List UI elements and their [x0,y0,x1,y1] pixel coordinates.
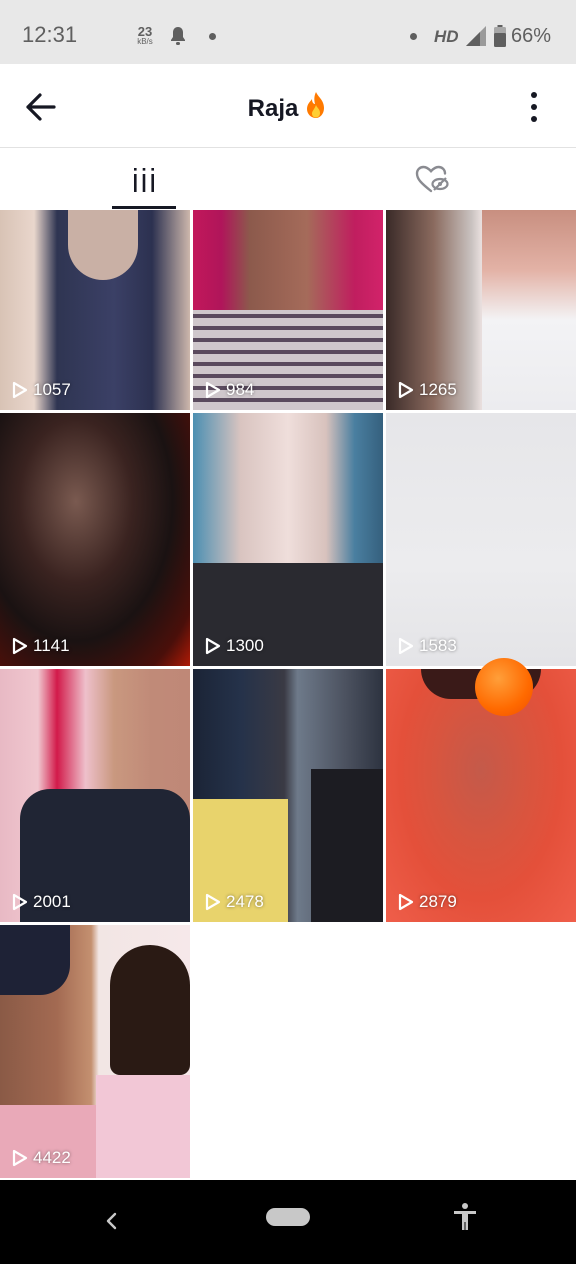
view-count: 984 [205,380,254,400]
video-thumbnail[interactable]: 984 [193,210,383,410]
view-count-label: 4422 [33,1148,71,1167]
play-icon [12,1149,28,1167]
thumbnail-image-detail [311,769,383,922]
view-count-label: 1141 [33,636,70,655]
thumbnail-image-detail [482,210,576,410]
view-count: 2001 [12,892,71,912]
play-icon [205,637,221,655]
notification-dot-icon [209,33,216,40]
video-thumbnail[interactable]: 1300 [193,413,383,666]
play-icon [398,381,414,399]
video-thumbnail[interactable]: 2001 [0,669,190,922]
profile-header: Raja [0,64,576,148]
network-speed-unit: kB/s [137,37,153,46]
view-count-label: 2879 [419,892,457,911]
view-count: 1057 [12,380,71,400]
thumbnail-image-detail [110,945,190,1075]
play-icon [12,381,28,399]
video-thumbnail[interactable]: 1141 [0,413,190,666]
signal-icon [466,26,486,46]
video-thumbnail[interactable]: 4422 [0,925,190,1178]
battery-icon [494,25,506,47]
thumbnail-image-detail [0,925,70,995]
thumbnail-image [0,413,190,666]
fire-icon [307,92,325,118]
view-count: 2478 [205,892,264,912]
view-count: 2879 [398,892,457,912]
thumbnail-image [386,669,576,922]
notification-dot-icon [410,33,417,40]
status-time: 12:31 [22,22,78,47]
thumbnail-image-detail [68,210,138,280]
bell-icon [171,27,185,45]
view-count-label: 1265 [419,380,457,399]
play-icon [205,381,221,399]
view-count-label: 1583 [419,636,457,655]
thumbnail-image-detail [96,1075,190,1178]
active-tab-indicator [112,206,176,209]
status-bar: 12:31 23 kB/s HD 66% [0,0,576,64]
grid-icon [134,168,154,192]
video-thumbnail[interactable]: 2478 [193,669,383,922]
play-icon [398,637,414,655]
profile-tabs [0,148,576,210]
view-count: 1583 [398,636,457,656]
thumbnail-image [386,413,576,666]
nav-home-pill[interactable] [266,1208,310,1226]
battery-percent: 66% [511,25,552,47]
play-icon [205,893,221,911]
tab-videos[interactable] [0,148,288,210]
more-options-icon[interactable] [522,88,546,128]
network-type: HD [434,27,459,46]
accessibility-icon[interactable] [452,1202,478,1232]
play-icon [12,893,28,911]
floating-touch-indicator [475,658,533,716]
view-count-label: 2478 [226,892,264,911]
view-count-label: 1300 [226,636,264,655]
view-count: 4422 [12,1148,71,1168]
view-count-label: 2001 [33,892,71,911]
view-count-label: 984 [226,380,255,399]
nav-back-icon[interactable] [100,1206,122,1236]
view-count: 1141 [12,636,70,656]
play-icon [398,893,414,911]
network-speed: 23 kB/s [132,25,158,46]
heart-hidden-icon[interactable] [415,164,449,194]
play-icon [12,637,28,655]
view-count-label: 1057 [33,380,71,399]
view-count: 1265 [398,380,457,400]
video-thumbnail[interactable]: 2879 [386,669,576,922]
profile-name: Raja [247,95,299,122]
video-thumbnail[interactable]: 1583 [386,413,576,666]
view-count: 1300 [205,636,264,656]
video-thumbnail[interactable]: 1057 [0,210,190,410]
page-title: Raja [0,91,576,123]
video-thumbnail[interactable]: 1265 [386,210,576,410]
